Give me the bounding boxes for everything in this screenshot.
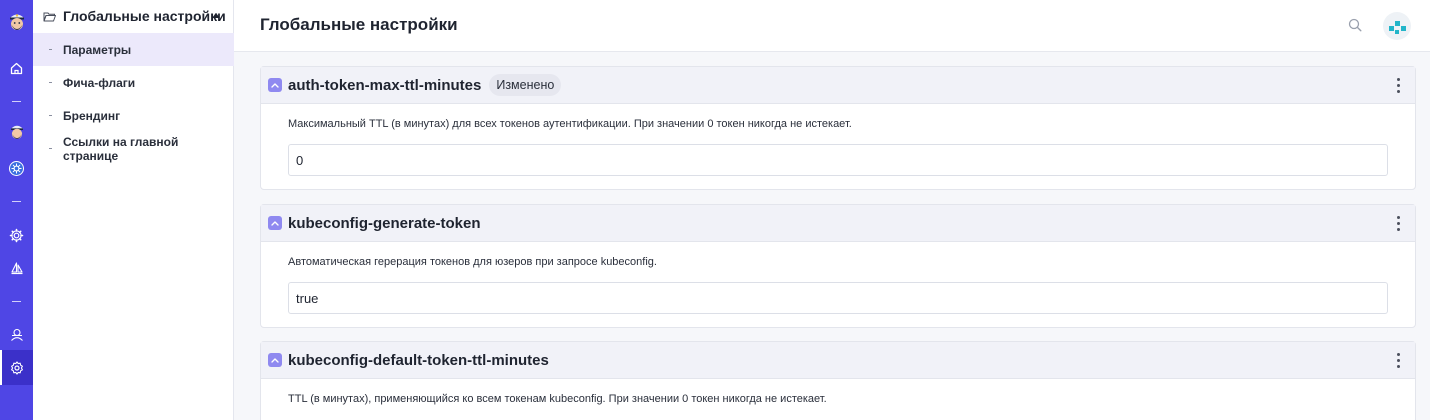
main-content: Глобальные настройки auth-token-max-ttl-… [234, 0, 1430, 420]
captain-logo-icon[interactable] [0, 8, 33, 38]
param-card-header: kubeconfig-generate-token [261, 205, 1415, 242]
sidebar-item-branding[interactable]: Брендинг [33, 99, 234, 132]
param-card-header: auth-token-max-ttl-minutes Изменено [261, 67, 1415, 104]
page-header: Глобальные настройки [234, 0, 1430, 52]
param-description: Автоматическая герерация токенов для юзе… [288, 256, 657, 268]
param-card-header: kubeconfig-default-token-ttl-minutes [261, 342, 1415, 379]
avatar-icon[interactable] [1383, 12, 1411, 40]
settings-sidebar: Глобальные настройки Параметры Фича-флаг… [33, 0, 234, 420]
rail-divider [12, 201, 21, 202]
param-name: kubeconfig-generate-token [288, 214, 481, 232]
param-card: auth-token-max-ttl-minutes Изменено Макс… [260, 66, 1416, 190]
cluster-gear-icon[interactable] [0, 225, 33, 245]
sidebar-item-parameters[interactable]: Параметры [33, 33, 234, 66]
collapse-button[interactable] [268, 353, 282, 367]
page-title: Глобальные настройки [260, 15, 458, 34]
more-options-icon[interactable] [1395, 78, 1401, 93]
more-options-icon[interactable] [1395, 216, 1401, 231]
sailboat-icon[interactable] [0, 259, 33, 279]
search-button[interactable] [1345, 15, 1365, 35]
chevron-up-icon [271, 358, 279, 363]
kubernetes-helm-icon[interactable] [0, 158, 33, 178]
param-value-input[interactable] [288, 144, 1388, 176]
collapse-button[interactable] [268, 216, 282, 230]
param-description: Максимальный TTL (в минутах) для всех то… [288, 118, 852, 130]
param-value-input[interactable] [288, 282, 1388, 314]
status-badge: Изменено [489, 74, 562, 96]
rail-divider [12, 101, 21, 102]
sidebar-item-feature-flags[interactable]: Фича-флаги [33, 66, 234, 99]
caret-up-icon[interactable] [212, 13, 220, 18]
search-icon [1348, 18, 1362, 32]
param-description: TTL (в минутах), применяющийся ко всем т… [288, 393, 827, 405]
param-name: kubeconfig-default-token-ttl-minutes [288, 351, 549, 369]
settings-icon[interactable] [0, 350, 33, 385]
captain-logo-icon[interactable] [0, 120, 33, 146]
sidebar-section-header[interactable]: Глобальные настройки [33, 0, 234, 32]
collapse-button[interactable] [268, 78, 282, 92]
folder-open-icon [43, 12, 56, 21]
param-card: kubeconfig-default-token-ttl-minutes TTL… [260, 341, 1416, 420]
sidebar-item-homepage-links[interactable]: Ссылки на главной странице [33, 132, 234, 165]
param-card: kubeconfig-generate-token Автоматическая… [260, 204, 1416, 328]
home-icon[interactable] [0, 59, 33, 77]
icon-rail [0, 0, 33, 420]
sidebar-title: Глобальные настройки [63, 8, 226, 24]
chevron-up-icon [271, 221, 279, 226]
chevron-up-icon [271, 83, 279, 88]
rail-divider [12, 301, 21, 302]
support-icon[interactable] [0, 325, 33, 345]
more-options-icon[interactable] [1395, 353, 1401, 368]
param-name: auth-token-max-ttl-minutes [288, 76, 482, 94]
